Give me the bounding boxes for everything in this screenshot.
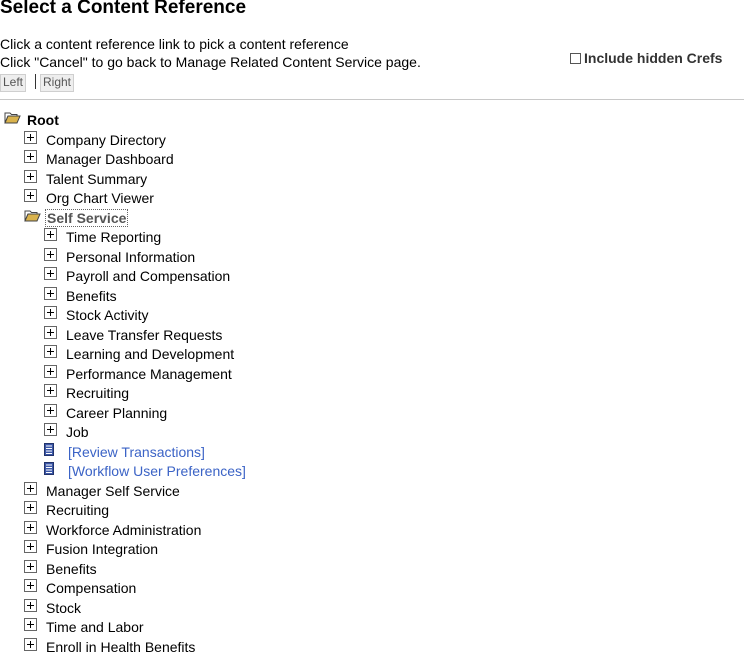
expand-icon[interactable]: [44, 404, 57, 417]
tree-node[interactable]: Stock Activity: [44, 305, 148, 324]
tree-node-label[interactable]: Org Chart Viewer: [46, 190, 154, 206]
tree-node-label[interactable]: Fusion Integration: [46, 541, 158, 557]
expand-icon[interactable]: [24, 150, 37, 163]
content-reference-link[interactable]: [Workflow User Preferences]: [68, 463, 246, 479]
instruction-text-2: Click "Cancel" to go back to Manage Rela…: [0, 54, 421, 70]
left-button[interactable]: Left: [0, 74, 27, 92]
tree-node[interactable]: Payroll and Compensation: [44, 266, 230, 285]
page-title: Select a Content Reference: [0, 0, 247, 18]
tree-node-label[interactable]: Manager Dashboard: [46, 151, 174, 167]
tree-node-label[interactable]: Leave Transfer Requests: [66, 327, 222, 343]
tree-node-label[interactable]: Benefits: [46, 561, 97, 577]
expand-icon[interactable]: [24, 599, 37, 612]
expand-icon[interactable]: [24, 521, 37, 534]
tree-node[interactable]: Time and Labor: [24, 617, 144, 636]
expand-icon[interactable]: [44, 287, 57, 300]
tree-node[interactable]: Leave Transfer Requests: [44, 325, 222, 344]
left-right-separator: [35, 74, 36, 89]
tree-node-label[interactable]: Personal Information: [66, 249, 195, 265]
tree-node-label[interactable]: Compensation: [46, 580, 136, 596]
tree-node[interactable]: [Workflow User Preferences]: [44, 461, 246, 480]
tree-node[interactable]: Enroll in Health Benefits: [24, 637, 195, 656]
instruction-text-1: Click a content reference link to pick a…: [0, 36, 349, 52]
tree-node[interactable]: Talent Summary: [24, 169, 147, 188]
tree-node-label[interactable]: Stock Activity: [66, 307, 148, 323]
expand-icon[interactable]: [24, 189, 37, 202]
expand-icon[interactable]: [24, 482, 37, 495]
expand-icon[interactable]: [44, 384, 57, 397]
tree-node[interactable]: Performance Management: [44, 364, 232, 383]
tree-node[interactable]: Workforce Administration: [24, 520, 201, 539]
tree-node[interactable]: Fusion Integration: [24, 539, 158, 558]
expand-icon[interactable]: [24, 560, 37, 573]
expand-icon[interactable]: [44, 267, 57, 280]
tree-node[interactable]: Self Service: [24, 208, 129, 227]
tree-node[interactable]: Recruiting: [44, 383, 129, 402]
expand-icon[interactable]: [44, 248, 57, 261]
tree-node[interactable]: Benefits: [24, 559, 97, 578]
tree-node[interactable]: Personal Information: [44, 247, 195, 266]
tree-node-label[interactable]: Time and Labor: [46, 619, 144, 635]
tree-node[interactable]: Root: [4, 110, 59, 129]
tree-node-label[interactable]: Workforce Administration: [46, 522, 201, 538]
include-hidden-crefs-checkbox[interactable]: [570, 52, 581, 64]
expand-icon[interactable]: [44, 306, 57, 319]
include-hidden-crefs-label: Include hidden Crefs: [584, 50, 723, 66]
tree-current-node-label[interactable]: Self Service: [45, 208, 129, 227]
expand-icon[interactable]: [44, 365, 57, 378]
tree-node[interactable]: Org Chart Viewer: [24, 188, 154, 207]
tree-node-label[interactable]: Stock: [46, 600, 81, 616]
tree-node-label[interactable]: Payroll and Compensation: [66, 268, 230, 284]
tree-node[interactable]: Job: [44, 422, 89, 441]
expand-icon[interactable]: [24, 501, 37, 514]
tree-node-label[interactable]: Manager Self Service: [46, 483, 180, 499]
tree-node-label[interactable]: Benefits: [66, 288, 117, 304]
tree-node[interactable]: Recruiting: [24, 500, 109, 519]
tree-node[interactable]: Time Reporting: [44, 227, 161, 246]
tree-node[interactable]: Stock: [24, 598, 81, 617]
expand-icon[interactable]: [44, 423, 57, 436]
tree-node-label[interactable]: Career Planning: [66, 405, 167, 421]
tree-node[interactable]: Manager Dashboard: [24, 149, 174, 168]
tree-node[interactable]: Company Directory: [24, 130, 166, 149]
include-hidden-crefs-toggle[interactable]: Include hidden Crefs: [570, 50, 722, 66]
tree-root-label[interactable]: Root: [27, 112, 59, 128]
header-divider: [0, 99, 744, 100]
document-icon: [44, 462, 54, 475]
tree-node-label[interactable]: Learning and Development: [66, 346, 234, 362]
document-icon: [44, 443, 54, 456]
tree-node-label[interactable]: Company Directory: [46, 132, 166, 148]
expand-icon[interactable]: [44, 228, 57, 241]
tree-node[interactable]: Career Planning: [44, 403, 167, 422]
expand-icon[interactable]: [24, 579, 37, 592]
tree-node-label[interactable]: Time Reporting: [66, 229, 161, 245]
tree-node-label[interactable]: Performance Management: [66, 366, 232, 382]
expand-icon[interactable]: [24, 638, 37, 651]
tree-node[interactable]: Benefits: [44, 286, 117, 305]
tree-node-label[interactable]: Job: [66, 424, 89, 440]
expand-icon[interactable]: [24, 131, 37, 144]
tree-node-label[interactable]: Recruiting: [46, 502, 109, 518]
right-button[interactable]: Right: [40, 74, 75, 92]
expand-icon[interactable]: [24, 618, 37, 631]
tree-node[interactable]: Learning and Development: [44, 344, 234, 363]
expand-icon[interactable]: [44, 326, 57, 339]
tree-node[interactable]: [Review Transactions]: [44, 442, 205, 461]
expand-icon[interactable]: [24, 170, 37, 183]
tree-node-label[interactable]: Talent Summary: [46, 171, 147, 187]
content-reference-link[interactable]: [Review Transactions]: [68, 444, 205, 460]
open-folder-icon: [24, 209, 41, 222]
open-folder-icon: [4, 111, 21, 124]
tree-node[interactable]: Manager Self Service: [24, 481, 180, 500]
tree-node[interactable]: Compensation: [24, 578, 136, 597]
expand-icon[interactable]: [24, 540, 37, 553]
expand-icon[interactable]: [44, 345, 57, 358]
tree-node-label[interactable]: Recruiting: [66, 385, 129, 401]
